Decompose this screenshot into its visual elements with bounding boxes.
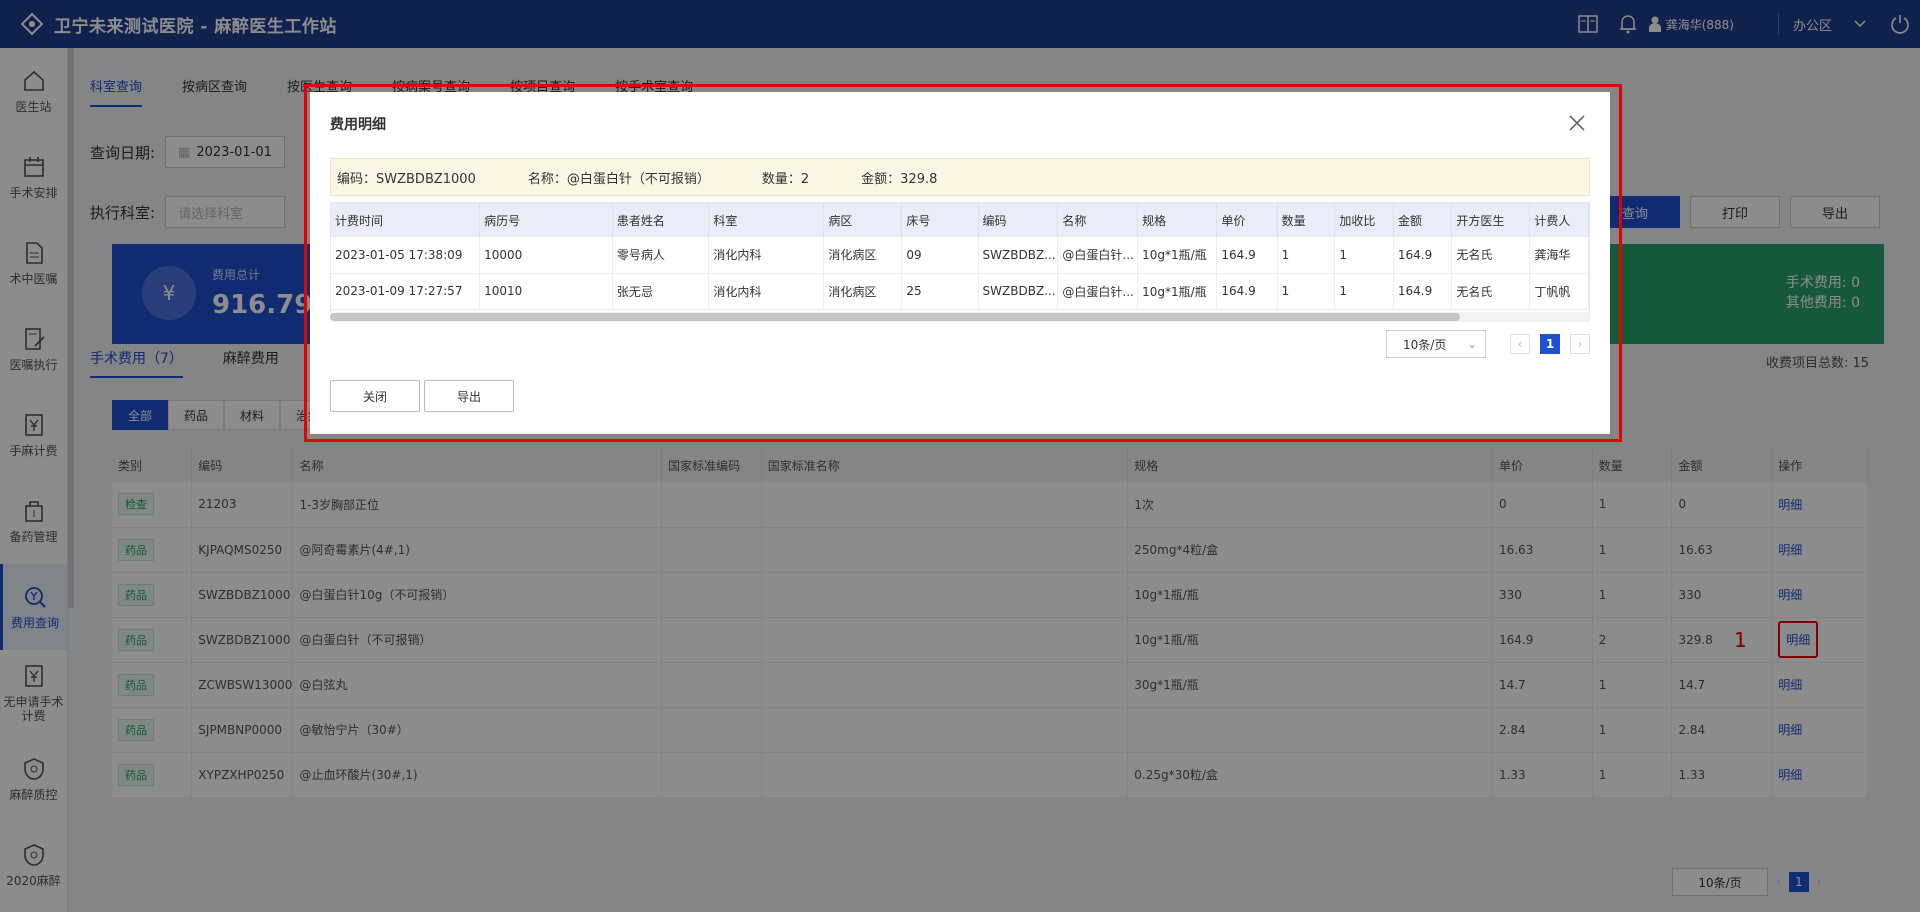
cell: 丁帆帆	[1529, 273, 1589, 310]
cell: SWZBDBZ...	[978, 237, 1059, 274]
fee-detail-modal: 费用明细 编码：SWZBDBZ1000 名称：@白蛋白针（不可报销） 数量：2 …	[310, 92, 1610, 434]
cell: @白蛋白针...	[1057, 237, 1139, 274]
cell: 2023-01-05 17:38:09	[331, 237, 481, 274]
info-name: 名称：@白蛋白针（不可报销）	[527, 171, 710, 187]
info-code: 编码：SWZBDBZ1000	[337, 171, 476, 187]
cell: 10000	[479, 237, 613, 274]
cell: 164.9	[1216, 237, 1278, 274]
cell: 消化病区	[823, 237, 903, 274]
detail-header-row: 计费时间 病历号 患者姓名 科室 病区 床号 编码 名称 规格 单价 数量 加收…	[331, 203, 1589, 237]
dcol-price: 单价	[1216, 203, 1278, 237]
cell: SWZBDBZ...	[978, 273, 1059, 310]
dcol-patient: 患者姓名	[612, 203, 710, 237]
item-info-bar: 编码：SWZBDBZ1000 名称：@白蛋白针（不可报销） 数量：2 金额：32…	[330, 158, 1590, 196]
dcol-record-no: 病历号	[479, 203, 613, 237]
dcol-code: 编码	[978, 203, 1059, 237]
dcol-ward: 病区	[823, 203, 903, 237]
scrollbar-thumb[interactable]	[330, 313, 1460, 321]
cell: 25	[901, 273, 979, 310]
cell: 无名氏	[1451, 237, 1531, 274]
modal-title: 费用明细	[330, 117, 386, 133]
dcol-biller: 计费人	[1529, 203, 1589, 237]
cell: 消化内科	[708, 237, 825, 274]
cell: 164.9	[1393, 237, 1453, 274]
detail-horizontal-scrollbar[interactable]	[330, 312, 1590, 322]
close-icon[interactable]	[1566, 112, 1588, 134]
dcol-prescriber: 开方医生	[1451, 203, 1531, 237]
cell: 龚海华	[1529, 237, 1589, 274]
page-size-value: 10条/页	[1403, 337, 1447, 352]
dcol-dept: 科室	[708, 203, 825, 237]
cell: 张无忌	[612, 273, 710, 310]
modal-export-button[interactable]: 导出	[424, 380, 514, 412]
info-qty: 数量：2	[761, 171, 810, 187]
cell: 164.9	[1393, 273, 1453, 310]
cell: 10g*1瓶/瓶	[1137, 273, 1218, 310]
next-page-icon[interactable]: ›	[1570, 334, 1590, 354]
modal-page-1[interactable]: 1	[1540, 334, 1560, 354]
cell: 零号病人	[612, 237, 710, 274]
detail-row: 2023-01-09 17:27:57 10010 张无忌 消化内科 消化病区 …	[331, 273, 1589, 310]
detail-row: 2023-01-05 17:38:09 10000 零号病人 消化内科 消化病区…	[331, 237, 1589, 274]
cell: 10g*1瓶/瓶	[1137, 237, 1218, 274]
modal-pagination: 10条/页 ⌄ ‹ 1 ›	[1386, 330, 1590, 358]
dcol-amount: 金额	[1393, 203, 1453, 237]
cell: 1	[1277, 273, 1336, 310]
dcol-bed: 床号	[901, 203, 979, 237]
cell: 1	[1277, 237, 1336, 274]
cell: 1	[1334, 273, 1394, 310]
cell: @白蛋白针...	[1057, 273, 1139, 310]
dcol-surcharge: 加收比	[1334, 203, 1394, 237]
detail-table: 计费时间 病历号 患者姓名 科室 病区 床号 编码 名称 规格 单价 数量 加收…	[331, 203, 1589, 310]
modal-close-button[interactable]: 关闭	[330, 380, 420, 412]
dcol-name: 名称	[1057, 203, 1139, 237]
prev-page-icon[interactable]: ‹	[1510, 334, 1530, 354]
info-amount: 金额：329.8	[861, 171, 938, 187]
dcol-qty: 数量	[1277, 203, 1336, 237]
cell: 无名氏	[1451, 273, 1531, 310]
detail-table-wrapper: 计费时间 病历号 患者姓名 科室 病区 床号 编码 名称 规格 单价 数量 加收…	[330, 202, 1590, 314]
cell: 消化内科	[708, 273, 825, 310]
cell: 1	[1334, 237, 1394, 274]
cell: 2023-01-09 17:27:57	[331, 273, 481, 310]
dcol-bill-time: 计费时间	[331, 203, 481, 237]
chevron-down-icon: ⌄	[1466, 337, 1477, 351]
cell: 164.9	[1216, 273, 1278, 310]
cell: 10010	[479, 273, 613, 310]
dcol-spec: 规格	[1137, 203, 1218, 237]
cell: 消化病区	[823, 273, 903, 310]
cell: 09	[901, 237, 979, 274]
modal-page-size-select[interactable]: 10条/页 ⌄	[1386, 330, 1486, 358]
